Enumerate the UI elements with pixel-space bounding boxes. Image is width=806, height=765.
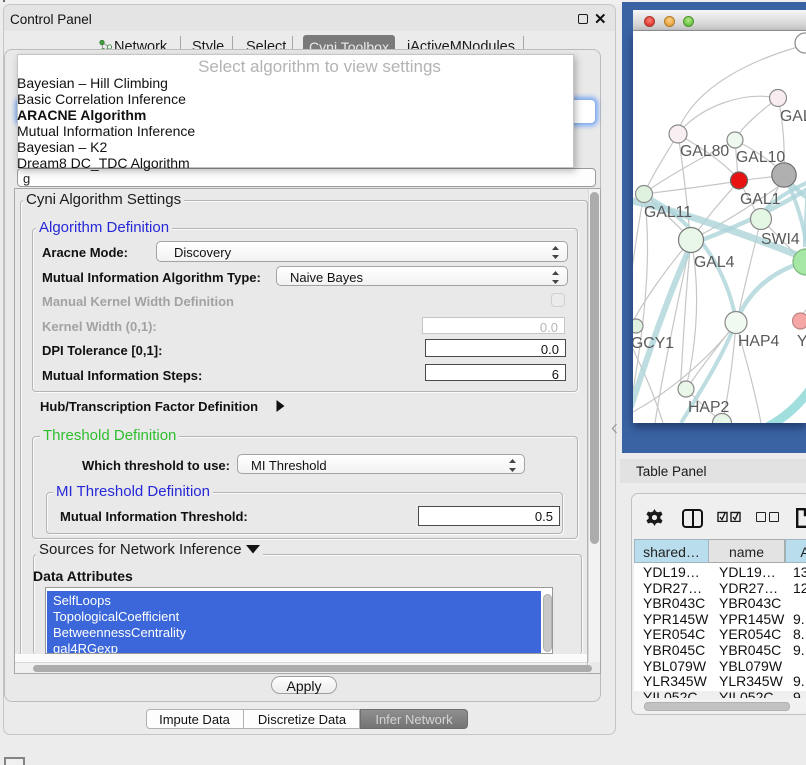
svg-text:GAL10: GAL10 bbox=[736, 149, 785, 166]
svg-text:SWI4: SWI4 bbox=[761, 231, 800, 248]
svg-text:HAP2: HAP2 bbox=[688, 399, 729, 416]
svg-text:GAL80: GAL80 bbox=[680, 143, 729, 160]
svg-text:GAL7: GAL7 bbox=[780, 108, 806, 125]
svg-text:GAL1: GAL1 bbox=[740, 191, 781, 208]
svg-text:GAL11: GAL11 bbox=[644, 204, 692, 221]
svg-text:GCY1: GCY1 bbox=[633, 335, 674, 352]
svg-text:HAP4: HAP4 bbox=[738, 333, 779, 350]
svg-text:GAL4: GAL4 bbox=[694, 254, 735, 271]
svg-text:YJ: YJ bbox=[797, 333, 806, 350]
